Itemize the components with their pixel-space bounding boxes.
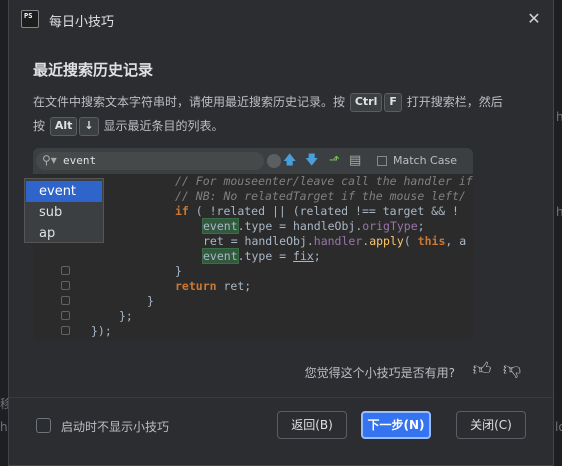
code-line: return ret; bbox=[175, 279, 252, 293]
code-line: // NB: No relatedTarget if the mouse lef… bbox=[175, 189, 466, 203]
key-ctrl: Ctrl bbox=[349, 93, 383, 112]
thumbs-down-icon[interactable]: 👎︎ bbox=[501, 359, 523, 381]
key-alt: Alt bbox=[49, 117, 78, 136]
demo-search-value: event bbox=[63, 154, 97, 167]
code-line: } bbox=[147, 294, 154, 308]
background-text: h bbox=[556, 110, 562, 124]
title-bar: PS 每日小技巧 ✕ bbox=[9, 0, 553, 38]
fold-icon bbox=[61, 296, 70, 305]
feedback-question: 您觉得这个小技巧是否有用? bbox=[304, 366, 455, 380]
select-all-icon: ▤ bbox=[349, 153, 362, 168]
match-case-label: Match Case bbox=[393, 154, 457, 167]
code-line: if ( !related || (related !== target && … bbox=[175, 204, 459, 218]
demo-search-bar: ⚲▾ event 🡅 🡇 ⬏ ▤ Match Case bbox=[33, 148, 473, 174]
dialog-title: 每日小技巧 bbox=[49, 15, 115, 30]
export-icon: ⬏ bbox=[329, 153, 340, 168]
code-line: }; bbox=[119, 309, 133, 323]
footer-divider bbox=[9, 397, 553, 398]
dont-show-checkbox[interactable] bbox=[36, 418, 51, 433]
fold-icon bbox=[61, 311, 70, 320]
tip-description: 在文件中搜索文本字符串时，请使用最近搜索历史记录。按 Ctrl F 打开搜索栏，然… bbox=[33, 90, 533, 138]
arrow-up-icon: 🡅 bbox=[283, 153, 297, 168]
key-down: ↓ bbox=[79, 117, 99, 136]
demo-screenshot: ⚲▾ event 🡅 🡇 ⬏ ▤ Match Case // For mouse… bbox=[33, 148, 473, 340]
app-logo-icon: PS bbox=[21, 10, 39, 28]
background-text: lo bbox=[555, 420, 562, 434]
demo-search-field: ⚲▾ event bbox=[36, 152, 264, 170]
match-case-checkbox bbox=[377, 156, 387, 166]
tip-of-the-day-dialog: PS 每日小技巧 ✕ 最近搜索历史记录 在文件中搜索文本字符串时，请使用最近搜索… bbox=[8, 0, 554, 466]
key-f: F bbox=[384, 93, 402, 112]
back-button[interactable]: 返回(B) bbox=[277, 411, 347, 439]
close-icon[interactable]: ✕ bbox=[525, 10, 543, 28]
close-button[interactable]: 关闭(C) bbox=[456, 411, 526, 439]
next-button[interactable]: 下一步(N) bbox=[361, 411, 431, 439]
tip-heading: 最近搜索历史记录 bbox=[33, 61, 154, 79]
dropdown-item: ap bbox=[39, 226, 56, 241]
code-line: }); bbox=[91, 324, 112, 338]
code-line: } bbox=[175, 264, 182, 278]
dont-show-label[interactable]: 启动时不显示小技巧 bbox=[61, 418, 169, 435]
background-text: h bbox=[556, 205, 562, 219]
code-line: event.type = handleObj.origType; bbox=[202, 218, 425, 234]
arrow-down-icon: 🡇 bbox=[305, 153, 319, 168]
fold-icon bbox=[61, 266, 70, 275]
fold-icon bbox=[61, 326, 70, 335]
search-icon: ⚲▾ bbox=[42, 153, 57, 167]
clear-icon bbox=[267, 154, 281, 168]
code-line: // For mouseenter/leave call the handler… bbox=[175, 174, 473, 188]
fold-icon bbox=[61, 281, 70, 290]
code-line: event.type = fix; bbox=[202, 248, 321, 264]
background-text: h bbox=[0, 420, 8, 434]
thumbs-up-icon[interactable]: 👍︎ bbox=[471, 359, 493, 381]
dropdown-item: sub bbox=[39, 205, 63, 220]
code-line: ret = handleObj.handler.apply( this, a bbox=[203, 234, 467, 248]
dropdown-item: event bbox=[26, 181, 102, 202]
recent-search-dropdown: event sub ap bbox=[24, 178, 104, 243]
